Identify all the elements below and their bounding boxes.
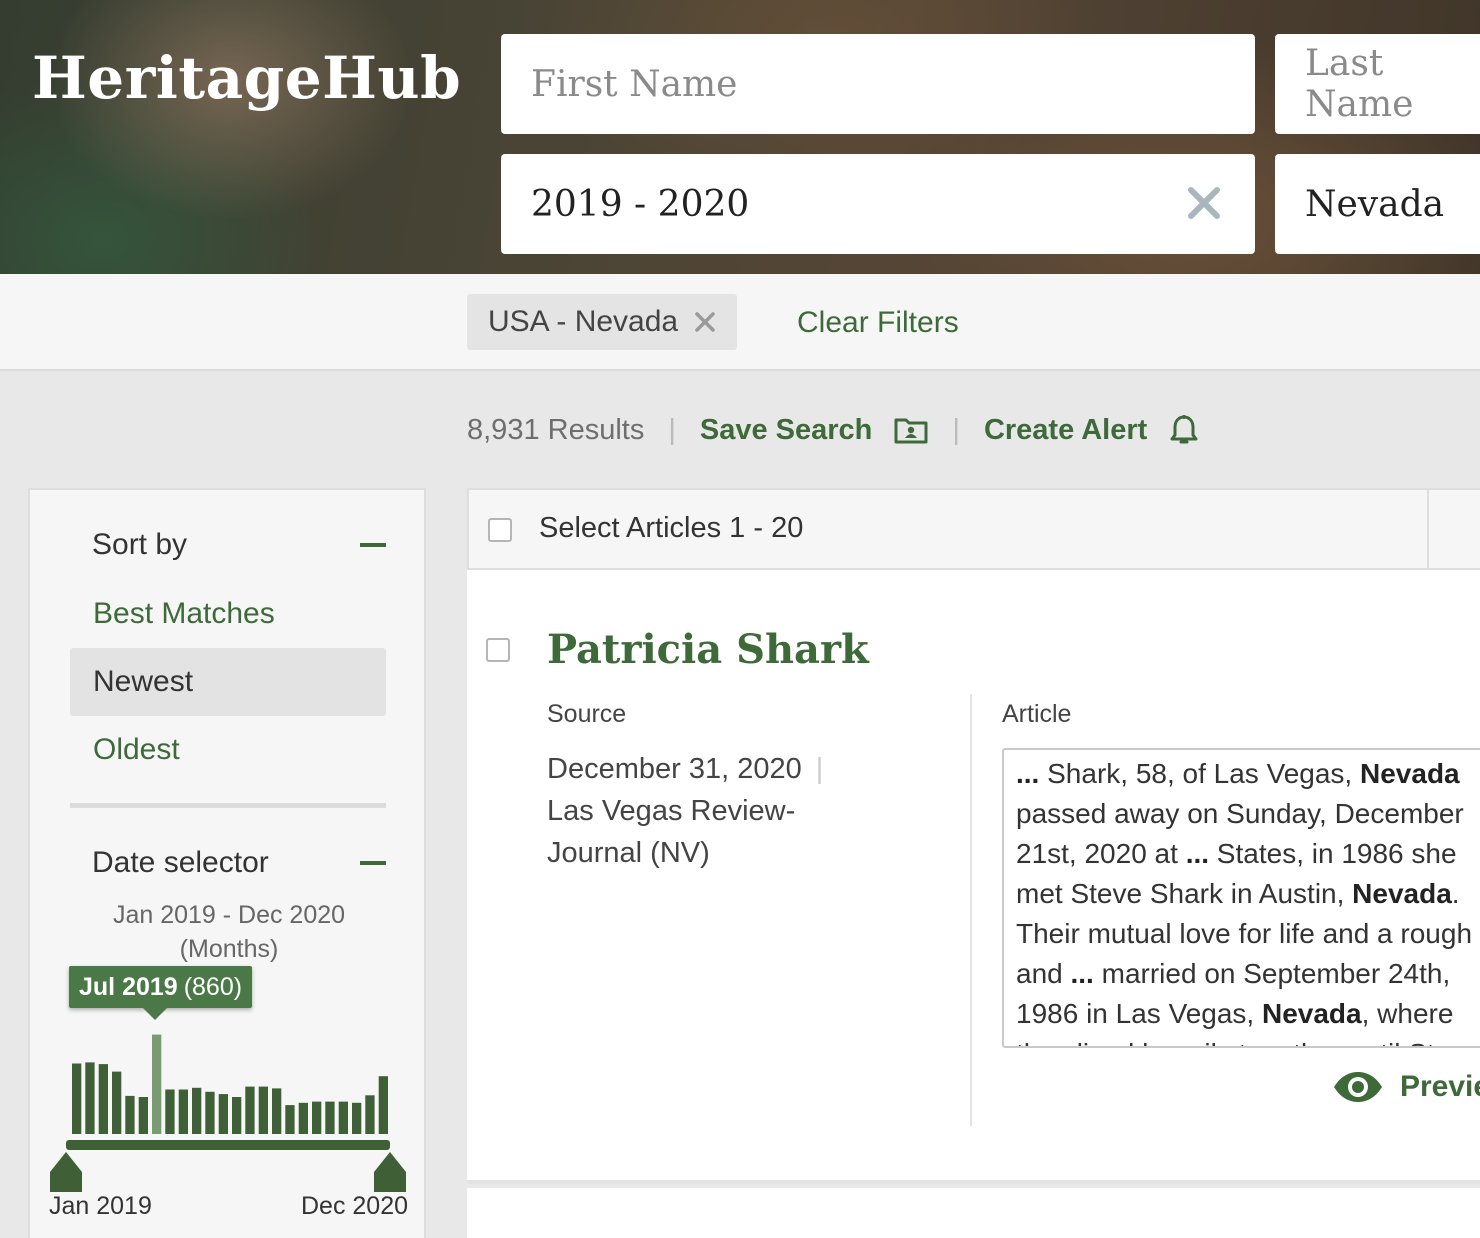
histogram-bar-jun-2019[interactable] bbox=[138, 1097, 148, 1134]
next-result-area bbox=[467, 1188, 1480, 1238]
separator: | bbox=[952, 413, 960, 446]
first-name-input[interactable]: First Name bbox=[501, 34, 1255, 134]
create-alert-button[interactable]: Create Alert bbox=[984, 414, 1199, 447]
article-label: Article bbox=[1002, 700, 1072, 728]
select-articles-label: Select Articles 1 - 20 bbox=[539, 512, 804, 544]
article-snippet[interactable]: ... Shark, 58, of Las Vegas, Nevada pass… bbox=[1002, 748, 1480, 1048]
range-end-handle[interactable] bbox=[374, 1152, 406, 1192]
histogram-bar-feb-2020[interactable] bbox=[245, 1086, 255, 1134]
eye-icon bbox=[1334, 1072, 1382, 1102]
source-date: December 31, 2020 bbox=[547, 753, 802, 785]
column-divider bbox=[970, 694, 972, 1126]
clear-filters-link[interactable]: Clear Filters bbox=[797, 306, 959, 340]
source-label: Source bbox=[547, 700, 627, 728]
chart-tooltip: Jul 2019 (860) bbox=[69, 966, 253, 1020]
histogram-bar-jan-2020[interactable] bbox=[232, 1097, 242, 1134]
range-track bbox=[66, 1140, 390, 1150]
range-end-label: Dec 2020 bbox=[301, 1192, 409, 1220]
histogram-bar-apr-2020[interactable] bbox=[272, 1088, 282, 1134]
results-toolbar: 8,931 Results | Save Search | Create Ale… bbox=[467, 410, 1199, 450]
create-alert-label: Create Alert bbox=[983, 413, 1148, 446]
save-search-button[interactable]: Save Search bbox=[700, 414, 929, 447]
separator: | bbox=[668, 413, 676, 446]
histogram-bar-aug-2019[interactable] bbox=[165, 1089, 175, 1135]
histogram-bar-dec-2019[interactable] bbox=[218, 1094, 228, 1134]
histogram-bar-aug-2020[interactable] bbox=[325, 1101, 335, 1134]
histogram-bar-feb-2019[interactable] bbox=[85, 1062, 95, 1134]
filter-bar: USA - Nevada Clear Filters bbox=[0, 274, 1480, 371]
clear-date-icon[interactable] bbox=[1185, 184, 1223, 222]
site-logo[interactable]: HeritageHub bbox=[32, 44, 461, 112]
header-banner: HeritageHub First Name Last Name 2019 - … bbox=[0, 0, 1480, 274]
sidebar-divider bbox=[70, 803, 386, 808]
folder-person-icon bbox=[894, 418, 928, 444]
sort-by-heading: Sort by bbox=[92, 528, 188, 561]
date-range-value: 2019 - 2020 bbox=[531, 183, 750, 225]
date-range-text: Jan 2019 - Dec 2020 bbox=[112, 901, 346, 929]
filter-sidebar: Sort by Best Matches Newest Oldest Date … bbox=[28, 488, 426, 1238]
result-title[interactable]: Patricia Shark bbox=[547, 626, 869, 673]
results-count: 8,931 Results bbox=[467, 413, 645, 446]
remove-filter-icon[interactable] bbox=[694, 311, 716, 333]
histogram-bar-jul-2020[interactable] bbox=[312, 1101, 322, 1134]
histogram-bar-sep-2020[interactable] bbox=[338, 1101, 348, 1134]
sort-option-oldest[interactable]: Oldest bbox=[70, 716, 386, 784]
divider bbox=[1427, 490, 1429, 570]
sort-option-best-matches[interactable]: Best Matches bbox=[70, 580, 386, 648]
histogram-bar-may-2020[interactable] bbox=[285, 1105, 295, 1134]
separator: | bbox=[815, 753, 824, 785]
filter-chip[interactable]: USA - Nevada bbox=[467, 294, 737, 350]
source-details: December 31, 2020 | Las Vegas Review-Jour… bbox=[547, 748, 847, 874]
histogram-bar-nov-2020[interactable] bbox=[365, 1095, 375, 1134]
histogram-bar-sep-2019[interactable] bbox=[178, 1089, 188, 1135]
histogram-bar-oct-2019[interactable] bbox=[192, 1087, 202, 1134]
histogram-bar-apr-2019[interactable] bbox=[112, 1071, 122, 1134]
location-input[interactable]: Nevada bbox=[1275, 154, 1480, 254]
date-range-input[interactable]: 2019 - 2020 bbox=[501, 154, 1255, 254]
histogram-bar-jul-2019[interactable] bbox=[152, 1034, 162, 1134]
bell-icon bbox=[1170, 415, 1198, 444]
tooltip-count: (860) bbox=[183, 972, 243, 1001]
tooltip-month: Jul 2019 bbox=[79, 972, 178, 1001]
save-search-label: Save Search bbox=[699, 413, 873, 446]
histogram-bar-mar-2019[interactable] bbox=[98, 1064, 108, 1134]
collapse-date-icon[interactable] bbox=[360, 861, 386, 865]
histogram-bar-dec-2020[interactable] bbox=[378, 1076, 388, 1134]
select-articles-bar: Select Articles 1 - 20 bbox=[467, 488, 1480, 570]
range-start-label: Jan 2019 bbox=[49, 1192, 152, 1220]
select-all-checkbox[interactable] bbox=[488, 518, 512, 542]
preview-button[interactable]: Preview bbox=[1332, 1070, 1480, 1104]
result-card: Patricia Shark Source December 31, 2020 |… bbox=[467, 570, 1480, 1184]
histogram-bar-mar-2020[interactable] bbox=[258, 1086, 268, 1134]
histogram-bar-nov-2019[interactable] bbox=[205, 1091, 215, 1134]
source-publication: Las Vegas Review-Journal (NV) bbox=[547, 795, 796, 869]
preview-label: Preview bbox=[1400, 1070, 1480, 1103]
date-unit-text: (Months) bbox=[179, 935, 279, 963]
filter-chip-label: USA - Nevada bbox=[488, 305, 679, 338]
histogram-bar-oct-2020[interactable] bbox=[352, 1102, 362, 1134]
sort-option-newest[interactable]: Newest bbox=[70, 648, 386, 716]
collapse-sort-icon[interactable] bbox=[360, 543, 386, 547]
range-start-handle[interactable] bbox=[50, 1152, 82, 1192]
histogram-bar-jun-2020[interactable] bbox=[298, 1102, 308, 1134]
last-name-input[interactable]: Last Name bbox=[1275, 34, 1480, 134]
date-range-caption: Jan 2019 - Dec 2020 (Months) bbox=[30, 898, 428, 966]
result-checkbox[interactable] bbox=[486, 638, 510, 662]
histogram-bar-may-2019[interactable] bbox=[125, 1095, 135, 1134]
histogram-bar-jan-2019[interactable] bbox=[72, 1063, 82, 1135]
date-selector-heading: Date selector bbox=[92, 846, 269, 879]
date-histogram[interactable] bbox=[50, 1010, 410, 1195]
